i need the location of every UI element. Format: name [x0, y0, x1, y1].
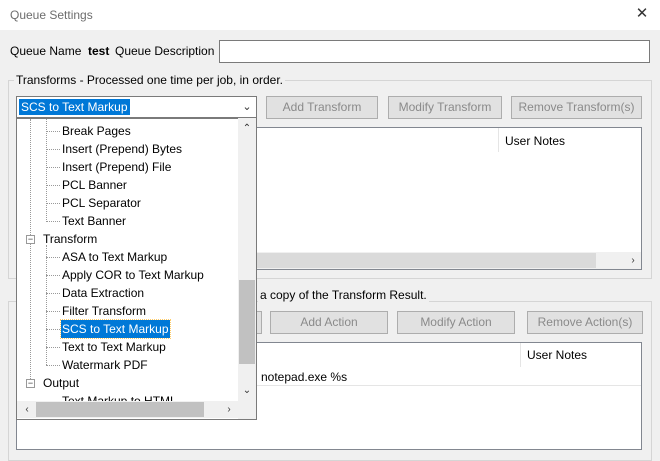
- remove-transform-button[interactable]: Remove Transform(s): [511, 96, 642, 119]
- tree-line: [46, 119, 47, 222]
- remove-action-button[interactable]: Remove Action(s): [527, 311, 643, 334]
- tree-line: [46, 275, 60, 276]
- add-action-button[interactable]: Add Action: [270, 311, 388, 334]
- modify-transform-button[interactable]: Modify Transform: [388, 96, 502, 119]
- title-bar: [0, 0, 660, 30]
- tree-item[interactable]: PCL Banner: [61, 176, 128, 194]
- actions-user-notes-header[interactable]: User Notes: [527, 348, 587, 362]
- tree-item[interactable]: Apply COR to Text Markup: [61, 266, 205, 284]
- tree-group-transform[interactable]: Transform: [42, 230, 98, 248]
- tree-line: [46, 257, 60, 258]
- add-transform-button[interactable]: Add Transform: [266, 96, 378, 119]
- scroll-left-icon[interactable]: ‹: [19, 402, 35, 418]
- modify-action-button[interactable]: Modify Action: [397, 311, 515, 334]
- scroll-corner: [238, 401, 256, 419]
- dropdown-hscroll-thumb[interactable]: [36, 402, 204, 417]
- expander-icon[interactable]: −: [26, 379, 35, 388]
- scroll-right-icon[interactable]: ›: [625, 253, 641, 269]
- actions-group-label: a copy of the Transform Result.: [258, 288, 429, 302]
- transforms-user-notes-header[interactable]: User Notes: [505, 134, 565, 148]
- tree-item[interactable]: Insert (Prepend) Bytes: [61, 140, 183, 158]
- tree-line: [46, 221, 60, 222]
- transform-type-combo[interactable]: SCS to Text Markup ⌄: [16, 96, 257, 118]
- tree-line: [46, 131, 60, 132]
- window-title: Queue Settings: [10, 8, 93, 22]
- tree-group-output[interactable]: Output: [42, 374, 80, 392]
- tree-item[interactable]: ASA to Text Markup: [61, 248, 168, 266]
- tree-item[interactable]: Data Extraction: [61, 284, 145, 302]
- queue-name-value: test: [88, 44, 110, 58]
- tree-line: [46, 203, 60, 204]
- tree-item[interactable]: Watermark PDF: [61, 356, 149, 374]
- close-icon[interactable]: ✕: [634, 6, 650, 22]
- tree-line: [46, 185, 60, 186]
- tree-line: [46, 167, 60, 168]
- dropdown-vscroll-thumb[interactable]: [239, 280, 255, 364]
- queue-name-label: Queue Name: [10, 44, 82, 58]
- tree-item[interactable]: Filter Transform: [61, 302, 147, 320]
- tree-line: [30, 119, 31, 387]
- chevron-down-icon[interactable]: ⌄: [239, 99, 255, 115]
- queue-description-input[interactable]: [219, 40, 650, 63]
- tree-line: [46, 347, 60, 348]
- tree-line: [46, 311, 60, 312]
- column-divider: [498, 128, 499, 152]
- tree-item[interactable]: PCL Separator: [61, 194, 142, 212]
- combo-selected-text: SCS to Text Markup: [19, 99, 130, 115]
- tree-item[interactable]: Break Pages: [61, 122, 132, 140]
- tree-line: [46, 365, 60, 366]
- column-divider: [520, 343, 521, 367]
- scroll-down-icon[interactable]: ⌄: [239, 383, 255, 399]
- tree-item[interactable]: Text to Text Markup: [61, 338, 167, 356]
- tree-line: [46, 149, 60, 150]
- tree-item[interactable]: Insert (Prepend) File: [61, 158, 172, 176]
- tree-line: [46, 329, 60, 330]
- transform-dropdown-tree[interactable]: − − Break Pages Insert (Prepend) Bytes I…: [16, 118, 257, 420]
- tree-item[interactable]: Text Banner: [61, 212, 127, 230]
- expander-icon[interactable]: −: [26, 235, 35, 244]
- scroll-right-icon[interactable]: ›: [221, 402, 237, 418]
- queue-description-label: Queue Description: [115, 44, 215, 58]
- transforms-group-label: Transforms - Processed one time per job,…: [14, 73, 285, 87]
- tree-item-selected[interactable]: SCS to Text Markup: [60, 319, 171, 339]
- scroll-up-icon[interactable]: ⌃: [239, 121, 255, 137]
- tree-line: [46, 293, 60, 294]
- action-row-command[interactable]: notepad.exe %s: [261, 370, 347, 384]
